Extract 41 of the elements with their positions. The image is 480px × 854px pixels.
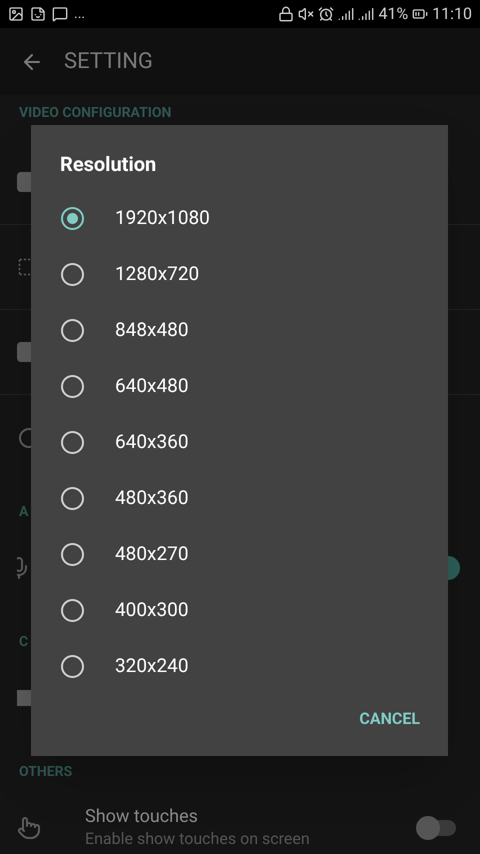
- radio-option[interactable]: 1280x720: [31, 246, 448, 302]
- lock-icon: [278, 6, 294, 22]
- image-icon: [8, 6, 24, 22]
- radio-button[interactable]: [61, 598, 84, 622]
- sticker-icon: [30, 6, 46, 22]
- signal-icon: [338, 6, 354, 22]
- radio-button[interactable]: [61, 318, 84, 342]
- radio-button[interactable]: [61, 262, 84, 286]
- signal-icon: [358, 6, 374, 22]
- touch-icon: [17, 816, 41, 840]
- radio-option[interactable]: 640x360: [31, 414, 448, 470]
- radio-button[interactable]: [61, 542, 84, 566]
- dashed-square-icon: [17, 257, 31, 277]
- radio-button[interactable]: [61, 486, 84, 510]
- battery-percent: 41%: [378, 3, 408, 25]
- message-icon: [52, 6, 68, 22]
- radio-button[interactable]: [61, 374, 84, 398]
- setting-description: Enable show touches on screen: [85, 828, 310, 849]
- section-header: OTHERS: [19, 765, 72, 779]
- dialog-title: Resolution: [60, 151, 158, 178]
- cancel-button[interactable]: CANCEL: [351, 699, 428, 739]
- radio-option[interactable]: 400x300: [31, 582, 448, 638]
- setting-title: Show touches: [85, 806, 199, 829]
- mute-icon: [298, 6, 314, 22]
- section-header: C: [19, 635, 28, 649]
- radio-option[interactable]: 640x480: [31, 358, 448, 414]
- radio-button[interactable]: [61, 654, 84, 678]
- square-icon: [17, 690, 31, 706]
- radio-option[interactable]: 320x240: [31, 638, 448, 694]
- screen-title: SETTING: [64, 48, 153, 76]
- radio-option[interactable]: 1920x1080: [31, 190, 448, 246]
- section-header: VIDEO CONFIGURATION: [19, 106, 172, 120]
- section-header: A: [19, 505, 28, 519]
- overflow-indicator: ...: [74, 5, 86, 24]
- radio-option[interactable]: 480x360: [31, 470, 448, 526]
- alarm-icon: [318, 6, 334, 22]
- radio-option[interactable]: 480x270: [31, 526, 448, 582]
- radio-button[interactable]: [61, 430, 84, 454]
- radio-option[interactable]: 848x480: [31, 302, 448, 358]
- clock: 11:10: [432, 3, 472, 25]
- radio-button[interactable]: [61, 206, 84, 230]
